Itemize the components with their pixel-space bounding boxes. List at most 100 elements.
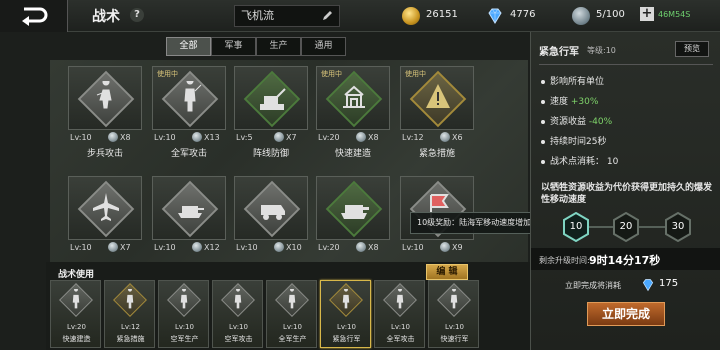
tank-icon bbox=[178, 206, 204, 218]
top-bar: 战术 ? 飞机流 26151 4776 5/100 + 46M54S bbox=[0, 0, 720, 32]
tactic-card-frame: 使用中 bbox=[316, 66, 390, 130]
edit-button[interactable]: 编 辑 bbox=[426, 264, 468, 280]
tactic-slot[interactable]: Lv:10 空军生产 bbox=[158, 280, 209, 348]
tactic-card[interactable]: Lv:10 X10 bbox=[234, 176, 308, 272]
finish-cost-label: 立即完成将消耗 bbox=[565, 281, 621, 290]
tactic-card[interactable]: Lv:10 X8 步兵攻击 bbox=[68, 66, 142, 162]
page-title: 战术 bbox=[92, 9, 120, 25]
tactic-level: Lv:10 bbox=[402, 243, 424, 252]
stat-cost: 战术点消耗： 10 bbox=[541, 154, 618, 167]
tactic-description: 以牺牲资源收益为代价获得更加持久的爆发性移动速度 bbox=[541, 183, 713, 205]
slot-name: 全军生产 bbox=[278, 335, 307, 343]
slot-name: 快速建造 bbox=[62, 335, 91, 343]
active-tactics-title: 战术使用 bbox=[58, 270, 95, 280]
tactic-card[interactable]: 使用中 Lv:20 X8 快速建造 bbox=[316, 66, 390, 162]
tactic-card-frame bbox=[234, 176, 308, 240]
finish-cost: 175 bbox=[659, 278, 679, 289]
tactic-level: 等级:10 bbox=[587, 46, 616, 55]
diamond-icon bbox=[642, 279, 654, 292]
march-icon bbox=[342, 289, 350, 309]
slot-name: 空军生产 bbox=[170, 335, 199, 343]
tactic-point-icon bbox=[440, 132, 450, 142]
tactic-card[interactable]: Lv:5 X7 阵线防御 bbox=[234, 66, 308, 162]
tactic-count: X12 bbox=[204, 243, 220, 252]
tactic-count: X13 bbox=[204, 133, 220, 142]
upgrade-timer-bar: 剩余升级时间: 9时14分17秒 bbox=[531, 248, 720, 270]
plane-icon bbox=[93, 193, 119, 221]
filter-tabs: 全部 军事 生产 通用 bbox=[166, 37, 346, 57]
energy-value: 5/100 bbox=[596, 9, 625, 20]
tactic-card[interactable]: 使用中 Lv:10 X13 全军攻击 bbox=[152, 66, 226, 162]
stat-speed: 速度 +30% bbox=[541, 94, 598, 107]
tactic-level: Lv:10 bbox=[236, 243, 258, 252]
tactic-card-frame: 使用中 bbox=[152, 66, 226, 130]
infantry-icon bbox=[96, 81, 112, 109]
divider bbox=[539, 64, 713, 65]
tactic-point-icon bbox=[356, 242, 366, 252]
tab-military[interactable]: 军事 bbox=[211, 37, 256, 56]
tactic-slot[interactable]: Lv:12 紧急措施 bbox=[104, 280, 155, 348]
slot-name: 空军攻击 bbox=[224, 335, 253, 343]
in-use-label: 使用中 bbox=[157, 70, 178, 78]
tactic-card[interactable]: 使用中 Lv:12 X6 紧急措施 bbox=[400, 66, 474, 162]
stat-affects: 影响所有单位 bbox=[541, 74, 604, 87]
slot-name: 全军攻击 bbox=[386, 335, 415, 343]
preset-name-text: 飞机流 bbox=[241, 9, 274, 22]
tactic-count: X7 bbox=[120, 243, 131, 252]
slot-name: 紧急行军 bbox=[332, 335, 361, 343]
fast-march-icon bbox=[450, 289, 458, 309]
tactic-name: 全军攻击 bbox=[170, 149, 207, 159]
tactic-level: Lv:5 bbox=[236, 133, 253, 142]
tab-production[interactable]: 生产 bbox=[256, 37, 301, 56]
tactic-name: 阵线防御 bbox=[252, 149, 289, 159]
finish-now-button[interactable]: 立即完成 bbox=[587, 302, 665, 326]
tactic-card[interactable]: Lv:10 X7 bbox=[68, 176, 142, 272]
tactic-level: Lv:12 bbox=[402, 133, 424, 142]
tactic-point-icon bbox=[192, 132, 202, 142]
energy-timer: 46M54S bbox=[658, 10, 691, 19]
tactic-point-icon bbox=[356, 132, 366, 142]
tactic-card[interactable]: Lv:10 X12 bbox=[152, 176, 226, 272]
milestone-30[interactable]: 30 bbox=[665, 212, 691, 242]
tactic-slot[interactable]: Lv:10 空军攻击 bbox=[212, 280, 263, 348]
tactic-name: 快速建造 bbox=[334, 149, 371, 159]
diamond-icon bbox=[488, 8, 502, 24]
gold-value: 26151 bbox=[426, 9, 458, 20]
tactic-point-icon bbox=[274, 242, 284, 252]
slot-level: Lv:10 bbox=[283, 323, 302, 331]
tactic-card-frame bbox=[152, 176, 226, 240]
help-icon[interactable]: ? bbox=[130, 8, 144, 22]
construction-icon bbox=[343, 85, 365, 108]
pencil-icon[interactable] bbox=[321, 10, 333, 22]
preview-button[interactable]: 预览 bbox=[675, 41, 709, 57]
tactic-level: Lv:10 bbox=[154, 243, 176, 252]
tactic-slot[interactable]: Lv:10 全军生产 bbox=[266, 280, 317, 348]
tactic-count: X8 bbox=[368, 243, 379, 252]
tactic-card-frame bbox=[316, 176, 390, 240]
slot-level: Lv:20 bbox=[67, 323, 86, 331]
tactic-slot[interactable]: Lv:10 快速行军 bbox=[428, 280, 479, 348]
tactic-card[interactable]: Lv:20 X8 bbox=[316, 176, 390, 272]
back-button[interactable] bbox=[0, 0, 68, 32]
tactic-card-frame: 使用中 bbox=[400, 66, 474, 130]
tactic-slot[interactable]: Lv:20 快速建造 bbox=[50, 280, 101, 348]
add-energy-button[interactable]: + bbox=[640, 7, 654, 21]
tactic-level: Lv:10 bbox=[154, 133, 176, 142]
tactic-count: X9 bbox=[452, 243, 463, 252]
preset-name-field[interactable]: 飞机流 bbox=[234, 5, 340, 27]
slot-name: 紧急措施 bbox=[116, 335, 145, 343]
tab-all[interactable]: 全部 bbox=[166, 37, 211, 56]
slot-level: Lv:10 bbox=[445, 323, 464, 331]
milestone-10[interactable]: 10 bbox=[563, 212, 589, 242]
artillery-icon bbox=[260, 88, 286, 110]
tactic-slot[interactable]: Lv:10 紧急行军 bbox=[320, 280, 371, 348]
milestone-20[interactable]: 20 bbox=[613, 212, 639, 242]
tactic-point-icon bbox=[192, 242, 202, 252]
tactic-slot[interactable]: Lv:10 全军攻击 bbox=[374, 280, 425, 348]
tactic-level: Lv:20 bbox=[318, 133, 340, 142]
tab-general[interactable]: 通用 bbox=[301, 37, 346, 56]
soldier-icon bbox=[184, 81, 202, 112]
armored-car-icon bbox=[261, 205, 285, 220]
tactic-detail-panel: 紧急行军 等级:10 预览 影响所有单位 速度 +30% 资源收益 -40% 持… bbox=[530, 32, 720, 350]
tactic-point-icon bbox=[274, 132, 284, 142]
